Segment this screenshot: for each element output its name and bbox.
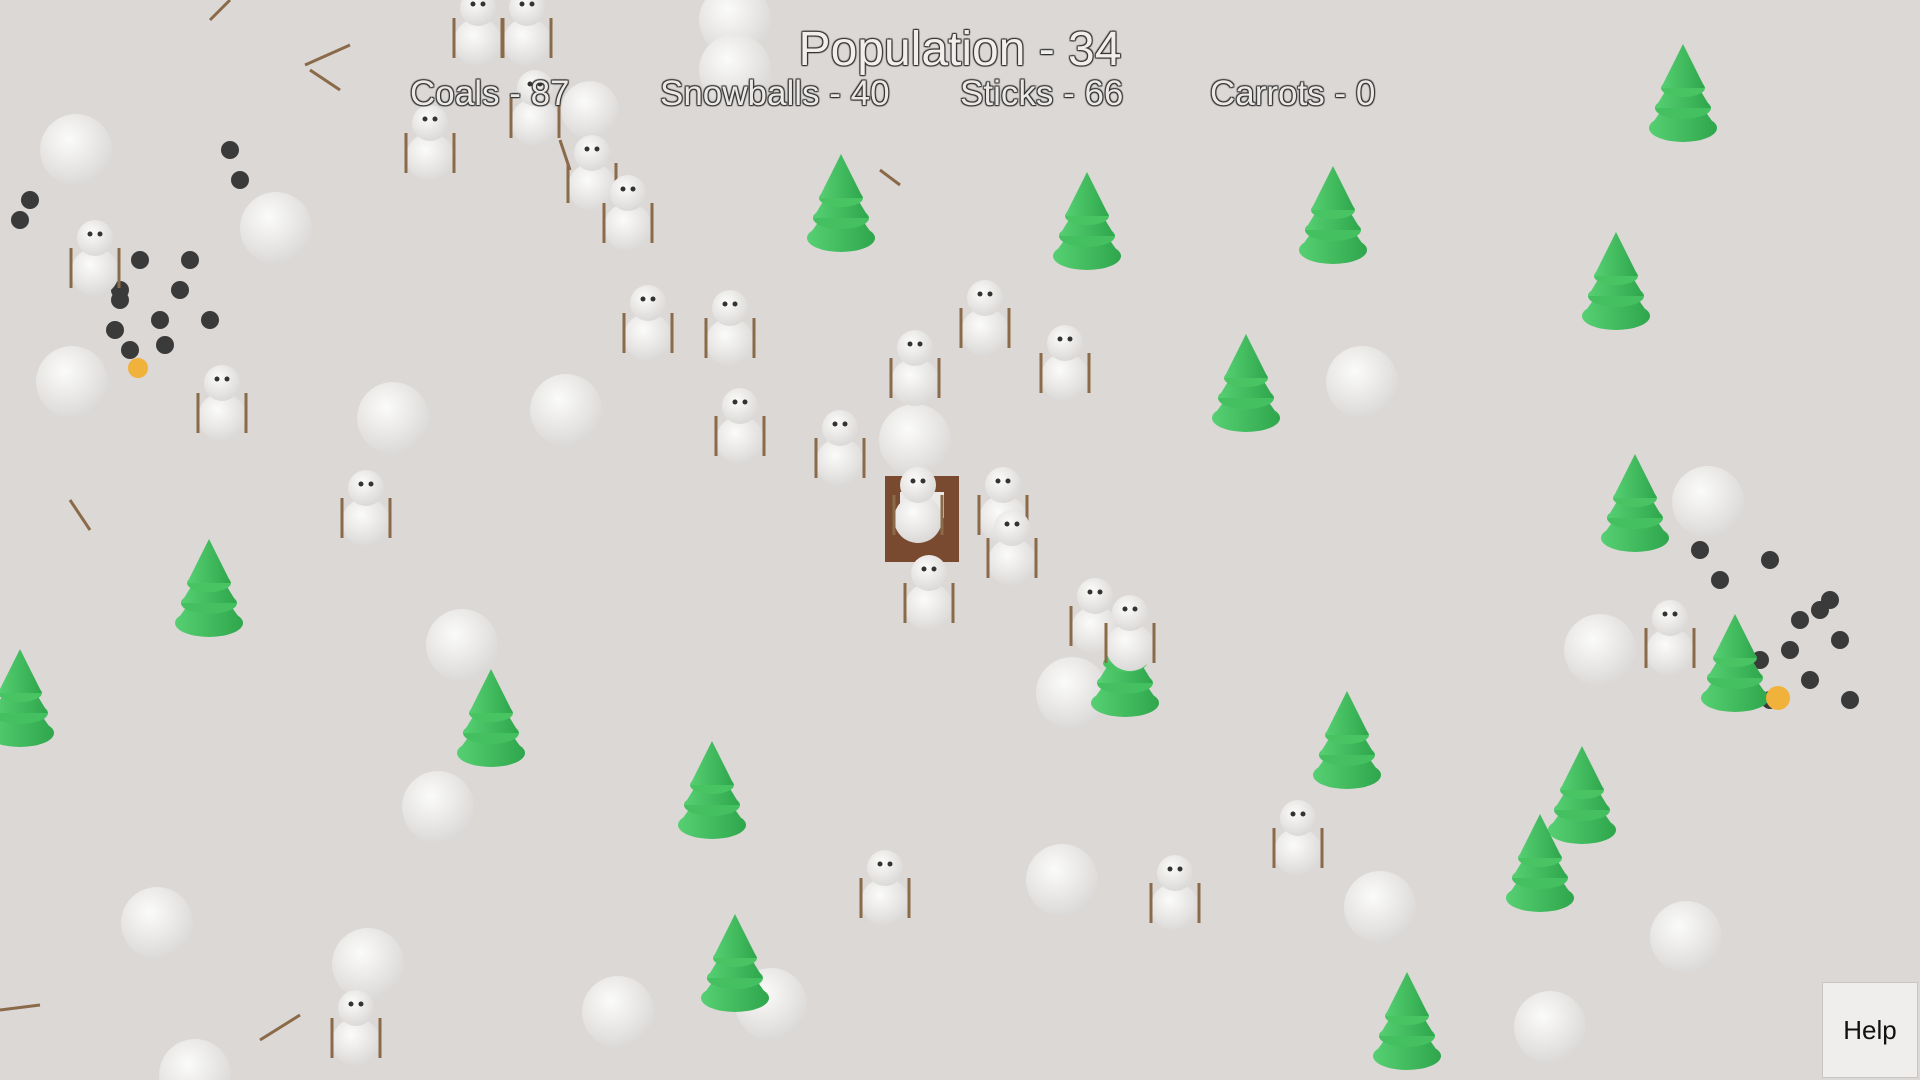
snowball-icon <box>357 382 429 454</box>
snowman-icon <box>1039 323 1091 403</box>
snowball-icon <box>426 609 498 681</box>
snowball-icon <box>402 771 474 843</box>
tree-icon <box>1212 334 1280 432</box>
coal-icon <box>1691 541 1709 559</box>
sticks-counter: Sticks - 66 <box>960 74 1124 113</box>
coal-icon <box>1761 551 1779 569</box>
snowball-icon <box>1672 466 1744 538</box>
tree-icon <box>1373 972 1441 1070</box>
coals-counter: Coals - 87 <box>410 74 570 113</box>
carrots-counter: Carrots - 0 <box>1210 74 1376 113</box>
snowman-icon <box>889 328 941 408</box>
coal-icon <box>1821 591 1839 609</box>
snowman-icon <box>814 408 866 488</box>
stick-icon <box>0 1003 41 1012</box>
coal-icon <box>131 251 149 269</box>
snowman-icon <box>859 848 911 928</box>
coal-icon <box>1711 571 1729 589</box>
snowballs-counter: Snowballs - 40 <box>660 74 890 113</box>
snowman-icon <box>903 553 955 633</box>
coal-icon <box>221 141 239 159</box>
tree-icon <box>0 649 54 747</box>
snowman-icon <box>622 283 674 363</box>
stick-icon <box>259 1013 301 1042</box>
coal-icon <box>151 311 169 329</box>
coal-icon <box>201 311 219 329</box>
snowball-icon <box>582 976 654 1048</box>
tree-icon <box>1313 691 1381 789</box>
tree-icon <box>175 539 243 637</box>
tree-icon <box>1548 746 1616 844</box>
snowman-icon <box>1644 598 1696 678</box>
coal-icon <box>106 321 124 339</box>
stick-icon <box>208 0 232 22</box>
tree-icon <box>1299 166 1367 264</box>
coal-icon <box>156 336 174 354</box>
tree-icon <box>701 914 769 1012</box>
coal-icon <box>11 211 29 229</box>
tree-icon <box>1582 232 1650 330</box>
stick-icon <box>879 168 901 187</box>
coal-icon <box>1781 641 1799 659</box>
snowman-icon <box>69 218 121 298</box>
snowman-icon <box>1104 593 1156 673</box>
stick-icon <box>68 499 92 531</box>
coal-icon <box>171 281 189 299</box>
snowball-icon <box>159 1039 231 1080</box>
snowball-icon <box>1564 614 1636 686</box>
tree-icon <box>678 741 746 839</box>
coal-icon <box>181 251 199 269</box>
coal-icon <box>21 191 39 209</box>
campfire-icon <box>128 358 148 378</box>
tree-icon <box>1601 454 1669 552</box>
help-button[interactable]: Help <box>1822 982 1918 1078</box>
snowball-icon <box>879 404 951 476</box>
snowman-icon <box>704 288 756 368</box>
snowball-icon <box>36 346 108 418</box>
tree-icon <box>1053 172 1121 270</box>
coal-icon <box>1841 691 1859 709</box>
snowball-icon <box>1344 871 1416 943</box>
coal-icon <box>1791 611 1809 629</box>
population-counter: Population - 34 <box>798 23 1122 76</box>
snowball-icon <box>240 192 312 264</box>
snowball-icon <box>332 928 404 1000</box>
coal-icon <box>231 171 249 189</box>
game-world[interactable] <box>0 0 1920 1080</box>
tree-icon <box>807 154 875 252</box>
snowball-icon <box>1036 657 1108 729</box>
snowman-icon <box>330 988 382 1068</box>
snowman-icon <box>1149 853 1201 933</box>
snowball-icon <box>121 887 193 959</box>
snowman-icon <box>1272 798 1324 878</box>
snowman-icon <box>566 133 618 213</box>
snowball-icon <box>40 114 112 186</box>
coal-icon <box>1831 631 1849 649</box>
snowman-icon <box>404 103 456 183</box>
snowball-icon <box>1514 991 1586 1063</box>
coal-icon <box>1801 671 1819 689</box>
tree-icon <box>457 669 525 767</box>
snowman-icon <box>959 278 1011 358</box>
campfire-icon <box>1766 686 1790 710</box>
snowball-icon <box>1026 844 1098 916</box>
coal-icon <box>121 341 139 359</box>
snowman-icon <box>196 363 248 443</box>
snowball-icon <box>1326 346 1398 418</box>
snowman-icon <box>714 386 766 466</box>
snowball-icon <box>530 374 602 446</box>
snowball-icon <box>1650 901 1722 973</box>
snowman-icon <box>340 468 392 548</box>
